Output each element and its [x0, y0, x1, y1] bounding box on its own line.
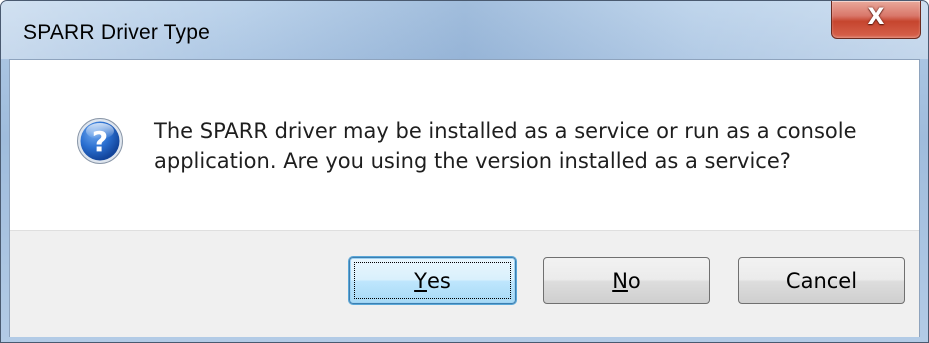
message-line-1: The SPARR driver may be installed as a s…: [154, 119, 857, 143]
yes-button-label: es: [426, 268, 451, 293]
svg-text:?: ?: [92, 125, 108, 158]
message-area: ? The SPARR driver may be installed as a…: [10, 60, 919, 230]
cancel-button-label: Cancel: [785, 268, 858, 293]
window-title: SPARR Driver Type: [23, 21, 211, 44]
dialog-message: The SPARR driver may be installed as a s…: [154, 116, 874, 176]
close-button[interactable]: X: [831, 1, 921, 39]
dialog-window: SPARR Driver Type X ? The SPARR driver m…: [0, 0, 929, 343]
yes-button-accelerator: Y: [414, 268, 427, 293]
no-button[interactable]: No: [543, 257, 710, 304]
button-bar: Yes No Cancel: [10, 230, 919, 337]
close-icon: X: [867, 5, 885, 30]
no-button-accelerator: N: [612, 268, 628, 293]
yes-button[interactable]: Yes: [349, 257, 516, 304]
no-button-label: o: [627, 268, 641, 293]
question-icon: ?: [77, 118, 123, 164]
dialog-client-area: ? The SPARR driver may be installed as a…: [9, 59, 920, 337]
cancel-button[interactable]: Cancel: [738, 257, 905, 304]
title-bar[interactable]: SPARR Driver Type X: [1, 1, 928, 59]
message-line-2: application. Are you using the version i…: [154, 149, 791, 173]
